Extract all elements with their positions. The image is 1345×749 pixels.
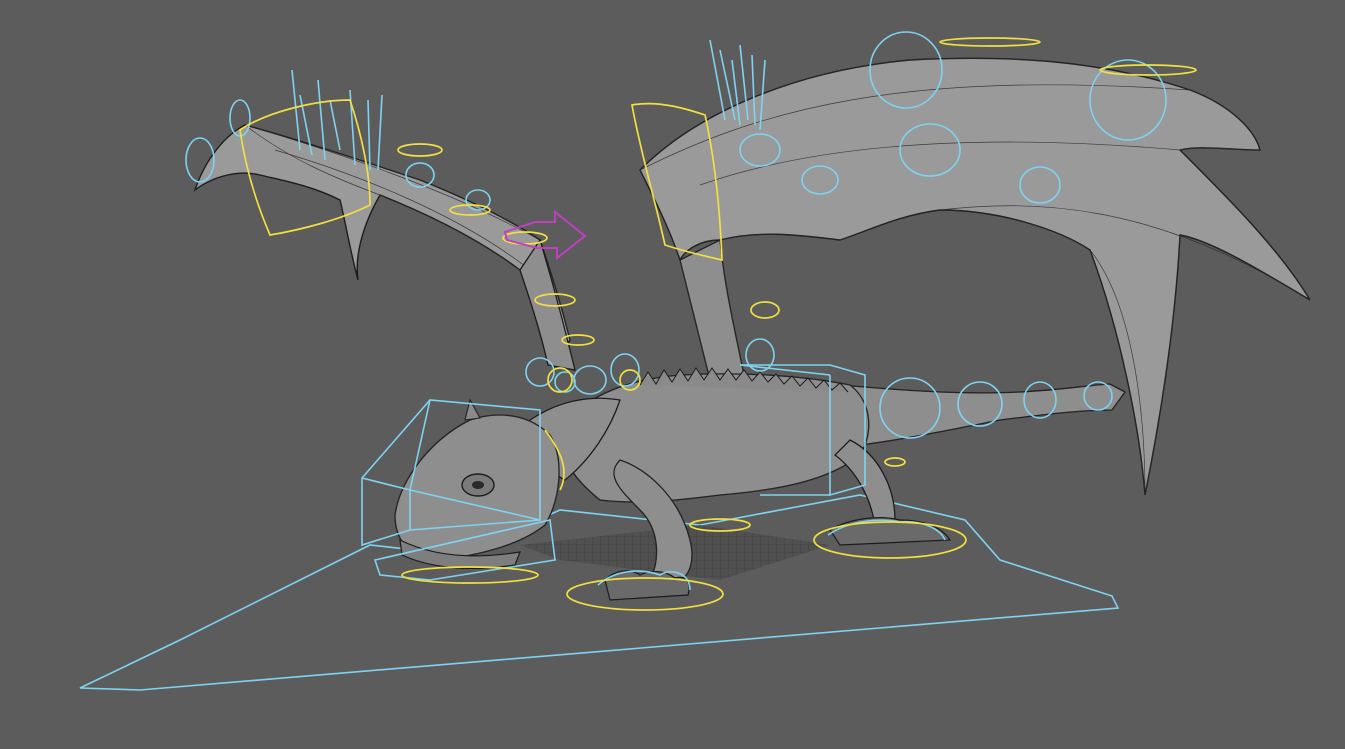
neck-control-2[interactable] [745,338,775,372]
right-wing-tip-control-1[interactable] [939,37,1041,47]
left-elbow-control[interactable] [525,357,555,387]
back-leg[interactable] [829,439,952,546]
dragon-body[interactable] [559,367,870,503]
root-control[interactable] [79,494,1120,691]
scene-canvas[interactable] [0,0,1345,749]
left-wing[interactable] [193,124,576,372]
3d-viewport[interactable] [0,0,1345,749]
hip-ik-control[interactable] [884,457,906,467]
right-wing-ik-ring-1[interactable] [750,301,780,319]
spine-control[interactable] [573,365,607,395]
neck-control-1[interactable] [610,353,640,387]
jaw-ik-control[interactable] [401,566,539,584]
left-wing-ik-ring-1[interactable] [397,143,443,157]
tail[interactable] [839,383,1126,446]
